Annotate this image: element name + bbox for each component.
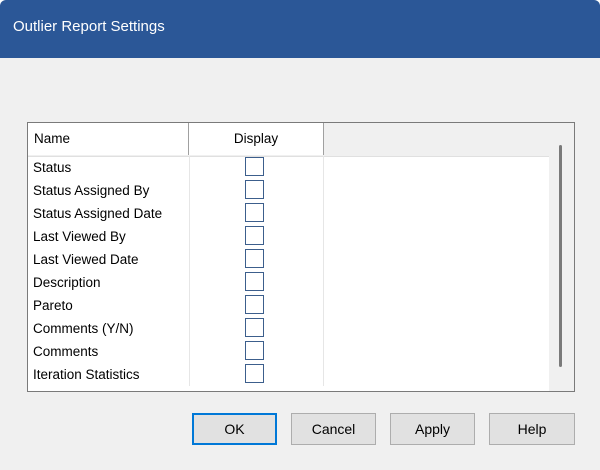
display-cell — [189, 363, 324, 386]
display-checkbox[interactable] — [245, 341, 264, 360]
table-row: Status Assigned Date — [28, 202, 549, 225]
grid-header: Name Display — [28, 123, 549, 157]
display-checkbox[interactable] — [245, 272, 264, 291]
display-cell — [189, 156, 324, 179]
display-cell — [189, 248, 324, 271]
display-checkbox[interactable] — [245, 180, 264, 199]
apply-button[interactable]: Apply — [390, 413, 475, 445]
display-cell — [189, 317, 324, 340]
display-cell — [189, 202, 324, 225]
row-name: Status — [33, 160, 72, 175]
display-checkbox[interactable] — [245, 157, 264, 176]
vertical-scrollbar[interactable] — [549, 123, 574, 391]
grid-rows: Status Status Assigned By Status Assigne… — [28, 156, 549, 386]
display-checkbox[interactable] — [245, 203, 264, 222]
table-row: Iteration Statistics — [28, 363, 549, 386]
title-bar[interactable]: Outlier Report Settings — [0, 0, 600, 58]
display-checkbox[interactable] — [245, 249, 264, 268]
cancel-button[interactable]: Cancel — [291, 413, 376, 445]
table-row: Pareto — [28, 294, 549, 317]
help-button[interactable]: Help — [489, 413, 575, 445]
row-name: Last Viewed Date — [33, 252, 139, 267]
table-row: Last Viewed By — [28, 225, 549, 248]
display-cell — [189, 340, 324, 363]
table-row: Comments — [28, 340, 549, 363]
column-header-display[interactable]: Display — [189, 123, 324, 155]
row-name: Status Assigned Date — [33, 206, 163, 221]
table-row: Comments (Y/N) — [28, 317, 549, 340]
row-name: Pareto — [33, 298, 73, 313]
row-name: Status Assigned By — [33, 183, 150, 198]
display-checkbox[interactable] — [245, 318, 264, 337]
outlier-report-settings-dialog: Outlier Report Settings Name Display Sta… — [0, 0, 600, 470]
row-name: Comments — [33, 344, 99, 359]
display-checkbox[interactable] — [245, 295, 264, 314]
row-name: Iteration Statistics — [33, 367, 140, 382]
settings-grid: Name Display Status Status Assigned By S… — [27, 122, 575, 392]
window-title: Outlier Report Settings — [13, 18, 165, 35]
table-row: Last Viewed Date — [28, 248, 549, 271]
display-checkbox[interactable] — [245, 226, 264, 245]
display-cell — [189, 294, 324, 317]
ok-button[interactable]: OK — [192, 413, 277, 445]
table-row: Status — [28, 156, 549, 179]
scrollbar-thumb[interactable] — [559, 145, 562, 367]
table-row: Description — [28, 271, 549, 294]
table-row: Status Assigned By — [28, 179, 549, 202]
display-checkbox[interactable] — [245, 364, 264, 383]
column-header-name[interactable]: Name — [28, 123, 189, 155]
row-name: Comments (Y/N) — [33, 321, 134, 336]
row-name: Description — [33, 275, 101, 290]
display-cell — [189, 225, 324, 248]
display-cell — [189, 271, 324, 294]
display-cell — [189, 179, 324, 202]
row-name: Last Viewed By — [33, 229, 126, 244]
